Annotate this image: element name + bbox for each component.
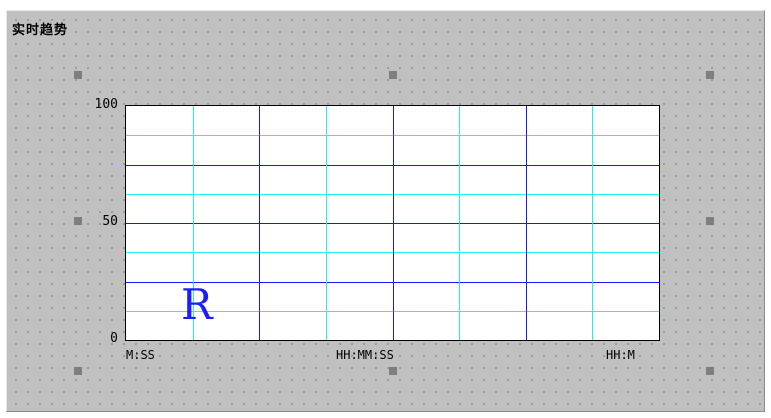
- panel-title: 实时趋势: [12, 23, 69, 38]
- y-tick-label-50: 50: [102, 214, 118, 229]
- x-tick-label-start: M:SS: [126, 348, 155, 362]
- x-tick-label-middle: HH:MM:SS: [336, 348, 394, 362]
- resize-handle-bottom-right[interactable]: [706, 367, 714, 375]
- marker-label: R: [181, 280, 213, 329]
- x-tick-label-end: HH:M: [606, 348, 635, 362]
- resize-handle-top-center[interactable]: [389, 71, 397, 79]
- trend-plot-area[interactable]: R: [125, 105, 660, 341]
- resize-handle-bottom-center[interactable]: [389, 367, 397, 375]
- y-tick-label-100: 100: [94, 97, 118, 112]
- resize-handle-middle-right[interactable]: [706, 217, 714, 225]
- y-tick-label-0: 0: [110, 331, 118, 346]
- resize-handle-bottom-left[interactable]: [74, 367, 82, 375]
- resize-handle-top-right[interactable]: [706, 71, 714, 79]
- resize-handle-top-left[interactable]: [74, 71, 82, 79]
